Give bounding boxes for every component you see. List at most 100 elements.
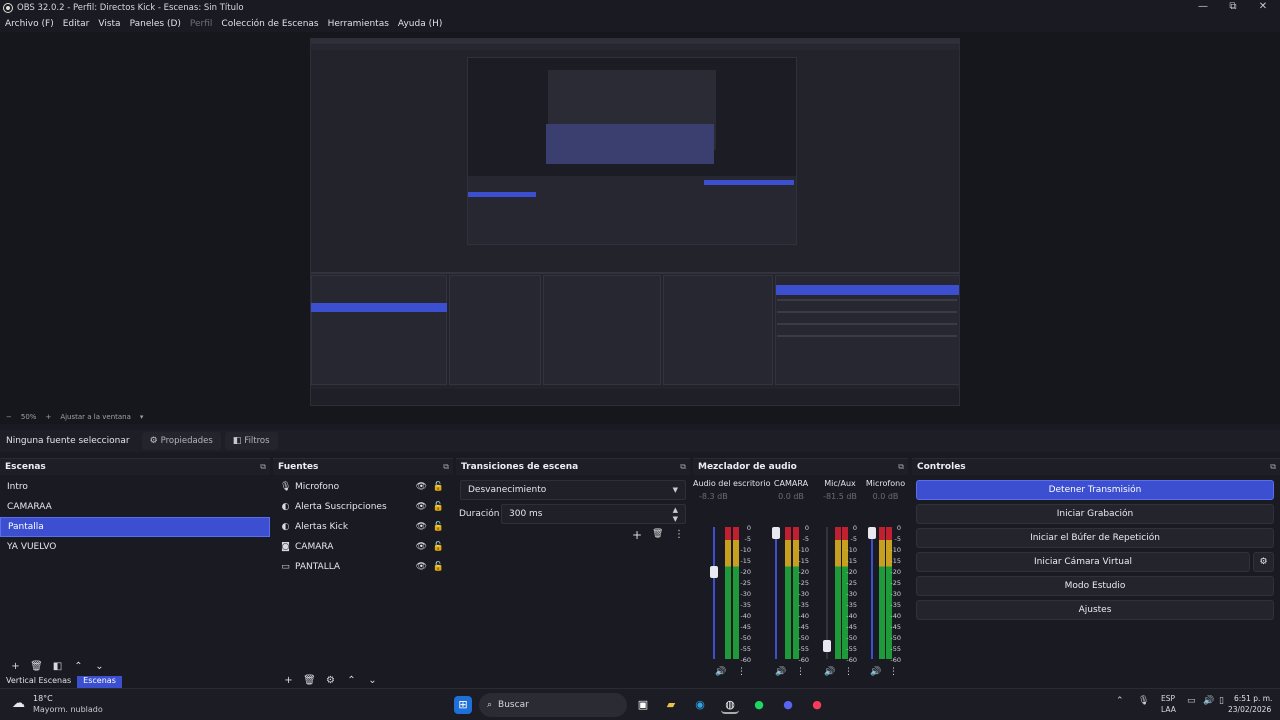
eye-icon[interactable]: 👁	[416, 502, 427, 512]
undock-icon[interactable]: ⧉	[898, 462, 904, 472]
source-item[interactable]: 🎙 Microfono 👁 🔓	[273, 477, 453, 497]
move-down-icon[interactable]: ⌄	[362, 675, 383, 686]
virtual-camera-settings-button[interactable]: ⚙	[1253, 552, 1274, 572]
language-bottom[interactable]: LAA	[1161, 705, 1176, 714]
eye-icon[interactable]: 👁	[416, 562, 427, 572]
scene-item-pantalla[interactable]: Pantalla	[0, 517, 270, 537]
more-options-icon[interactable]: ⋮	[674, 529, 684, 540]
scene-item-camaraa[interactable]: CAMARAA	[0, 497, 270, 517]
stop-stream-button[interactable]: Detener Transmisión	[916, 480, 1274, 500]
discord-icon[interactable]: ●	[779, 696, 797, 714]
menu-perfil[interactable]: Perfil	[190, 19, 213, 29]
lock-icon[interactable]: 🔓	[433, 522, 444, 532]
volume-icon[interactable]: 🔊	[1203, 696, 1214, 706]
spotify-icon[interactable]: ●	[750, 696, 768, 714]
fit-dropdown-arrow[interactable]: ▾	[140, 413, 144, 421]
zoom-out-button[interactable]: −	[6, 413, 12, 421]
move-up-icon[interactable]: ⌃	[68, 661, 89, 672]
menu-ayuda[interactable]: Ayuda (H)	[398, 19, 442, 29]
tab-vertical-escenas[interactable]: Vertical Escenas	[0, 676, 77, 688]
undock-icon[interactable]: ⧉	[1270, 462, 1276, 472]
windows-start-icon[interactable]: ⊞	[454, 696, 472, 714]
properties-button[interactable]: ⚙ Propiedades	[141, 432, 221, 450]
network-icon[interactable]: ▭	[1187, 696, 1196, 706]
speaker-icon[interactable]: 🔊	[775, 667, 786, 677]
undock-icon[interactable]: ⧉	[680, 462, 686, 472]
volume-track[interactable]	[713, 527, 715, 659]
task-view-icon[interactable]: ▣	[634, 696, 652, 714]
menu-vista[interactable]: Vista	[98, 19, 120, 29]
duration-spinbox[interactable]: 300 ms ▲ ▼	[501, 504, 686, 524]
close-button[interactable]: ✕	[1248, 0, 1278, 16]
volume-knob[interactable]	[868, 527, 876, 539]
add-transition-icon[interactable]: +	[632, 528, 642, 542]
speaker-icon[interactable]: 🔊	[824, 667, 835, 677]
source-item[interactable]: ◙ CAMARA 👁 🔓	[273, 537, 453, 557]
speaker-icon[interactable]: 🔊	[870, 667, 881, 677]
speaker-icon[interactable]: 🔊	[715, 667, 726, 677]
scene-item-intro[interactable]: Intro	[0, 477, 270, 497]
volume-knob[interactable]	[710, 566, 718, 579]
move-down-icon[interactable]: ⌄	[89, 661, 110, 672]
volume-track[interactable]	[775, 527, 777, 659]
settings-button[interactable]: Ajustes	[916, 600, 1274, 620]
gear-icon[interactable]: ⚙	[320, 675, 341, 686]
microphone-icon[interactable]: 🎙	[1138, 696, 1149, 706]
weather-widget[interactable]: ☁	[6, 694, 28, 714]
move-up-icon[interactable]: ⌃	[341, 675, 362, 686]
battery-icon[interactable]: ▯	[1219, 696, 1224, 706]
clock-date[interactable]: 23/02/2026	[1228, 705, 1271, 714]
lock-icon[interactable]: 🔓	[433, 502, 444, 512]
volume-track[interactable]	[826, 527, 828, 659]
eye-icon[interactable]: 👁	[416, 522, 427, 532]
trash-icon[interactable]: 🗑	[652, 529, 663, 539]
zoom-in-button[interactable]: +	[45, 413, 51, 421]
lock-icon[interactable]: 🔓	[433, 482, 444, 492]
trash-icon[interactable]: 🗑	[26, 661, 47, 672]
menu-archivo[interactable]: Archivo (F)	[5, 19, 54, 29]
eye-icon[interactable]: 👁	[416, 542, 427, 552]
eye-icon[interactable]: 👁	[416, 482, 427, 492]
add-icon[interactable]: +	[5, 661, 26, 672]
taskbar-search[interactable]: ⌕ Buscar	[479, 693, 627, 717]
start-recording-button[interactable]: Iniciar Grabación	[916, 504, 1274, 524]
scene-item-ya-vuelvo[interactable]: YA VUELVO	[0, 537, 270, 557]
edge-browser-icon[interactable]: ◉	[691, 696, 709, 714]
obs-app-icon[interactable]: ◍	[721, 696, 739, 714]
source-item[interactable]: ◐ Alerta Suscripciones 👁 🔓	[273, 497, 453, 517]
more-options-icon[interactable]: ⋮	[889, 667, 898, 677]
start-virtual-camera-button[interactable]: Iniciar Cámara Virtual	[916, 552, 1250, 572]
maximize-button[interactable]: ⧉	[1218, 0, 1248, 16]
menu-coleccion-escenas[interactable]: Colección de Escenas	[221, 19, 318, 29]
clock-time[interactable]: 6:51 p. m.	[1234, 694, 1272, 703]
music-app-icon[interactable]: ●	[808, 696, 826, 714]
trash-icon[interactable]: 🗑	[299, 675, 320, 686]
tray-chevron-icon[interactable]: ⌃	[1116, 696, 1124, 706]
source-item[interactable]: ◐ Alertas Kick 👁 🔓	[273, 517, 453, 537]
spin-up-icon[interactable]: ▲	[673, 506, 678, 514]
more-options-icon[interactable]: ⋮	[796, 667, 805, 677]
tab-escenas[interactable]: Escenas	[77, 676, 122, 688]
minimize-button[interactable]: —	[1188, 0, 1218, 16]
filters-button[interactable]: ◧ Filtros	[224, 432, 278, 450]
menu-paneles[interactable]: Paneles (D)	[130, 19, 181, 29]
volume-knob[interactable]	[772, 527, 780, 539]
start-replay-buffer-button[interactable]: Iniciar el Búfer de Repetición	[916, 528, 1274, 548]
add-icon[interactable]: +	[278, 675, 299, 686]
volume-knob[interactable]	[823, 640, 831, 653]
transition-select[interactable]: Desvanecimiento ▼	[460, 480, 686, 500]
undock-icon[interactable]: ⧉	[260, 462, 266, 472]
spin-down-icon[interactable]: ▼	[673, 515, 678, 523]
menu-editar[interactable]: Editar	[63, 19, 90, 29]
volume-track[interactable]	[871, 527, 873, 659]
menu-herramientas[interactable]: Herramientas	[328, 19, 389, 29]
more-options-icon[interactable]: ⋮	[844, 667, 853, 677]
lock-icon[interactable]: 🔓	[433, 542, 444, 552]
studio-mode-button[interactable]: Modo Estudio	[916, 576, 1274, 596]
language-top[interactable]: ESP	[1161, 694, 1175, 703]
scene-filters-icon[interactable]: ◧	[47, 661, 68, 672]
file-explorer-icon[interactable]: ▰	[662, 696, 680, 714]
more-options-icon[interactable]: ⋮	[737, 667, 746, 677]
source-item[interactable]: ▭ PANTALLA 👁 🔓	[273, 557, 453, 577]
undock-icon[interactable]: ⧉	[443, 462, 449, 472]
